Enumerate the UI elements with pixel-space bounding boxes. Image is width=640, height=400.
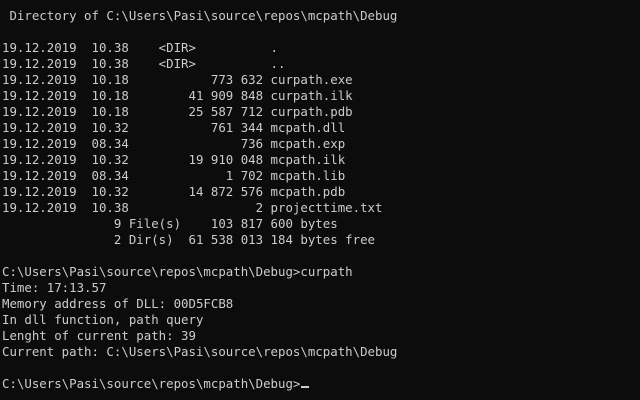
listing-row: 19.12.2019 08.34 1 702 mcpath.lib [2, 168, 346, 183]
prompt-text: C:\Users\Pasi\source\repos\mcpath\Debug> [2, 376, 301, 391]
directory-listing: 19.12.2019 10.38 <DIR> . 19.12.2019 10.3… [2, 40, 640, 216]
file-count-summary: 9 File(s) 103 817 600 bytes [2, 216, 338, 231]
dir-count-summary: 2 Dir(s) 61 538 013 184 bytes free [2, 232, 375, 247]
output-line: Memory address of DLL: 00D5FCB8 [2, 296, 234, 311]
text-cursor [301, 386, 310, 388]
listing-row: 19.12.2019 10.38 <DIR> . [2, 40, 279, 55]
output-line: In dll function, path query [2, 312, 204, 327]
listing-row: 19.12.2019 08.34 736 mcpath.exp [2, 136, 346, 151]
listing-row: 19.12.2019 10.18 41 909 848 curpath.ilk [2, 88, 353, 103]
listing-row: 19.12.2019 10.38 <DIR> .. [2, 56, 286, 71]
output-line: Current path: C:\Users\Pasi\source\repos… [2, 344, 398, 359]
listing-row: 19.12.2019 10.38 2 projecttime.txt [2, 200, 383, 215]
console-window[interactable]: Directory of C:\Users\Pasi\source\repos\… [0, 0, 640, 400]
program-output: Time: 17:13.57 Memory address of DLL: 00… [2, 280, 640, 360]
prompt-line[interactable]: C:\Users\Pasi\source\repos\mcpath\Debug> [2, 376, 640, 392]
listing-row: 19.12.2019 10.32 19 910 048 mcpath.ilk [2, 152, 346, 167]
listing-row: 19.12.2019 10.18 25 587 712 curpath.pdb [2, 104, 353, 119]
command-line: C:\Users\Pasi\source\repos\mcpath\Debug>… [2, 264, 353, 279]
output-line: Time: 17:13.57 [2, 280, 107, 295]
listing-row: 19.12.2019 10.18 773 632 curpath.exe [2, 72, 353, 87]
output-line: Lenght of current path: 39 [2, 328, 196, 343]
directory-header: Directory of C:\Users\Pasi\source\repos\… [2, 8, 398, 23]
listing-row: 19.12.2019 10.32 14 872 576 mcpath.pdb [2, 184, 346, 199]
listing-row: 19.12.2019 10.32 761 344 mcpath.dll [2, 120, 346, 135]
